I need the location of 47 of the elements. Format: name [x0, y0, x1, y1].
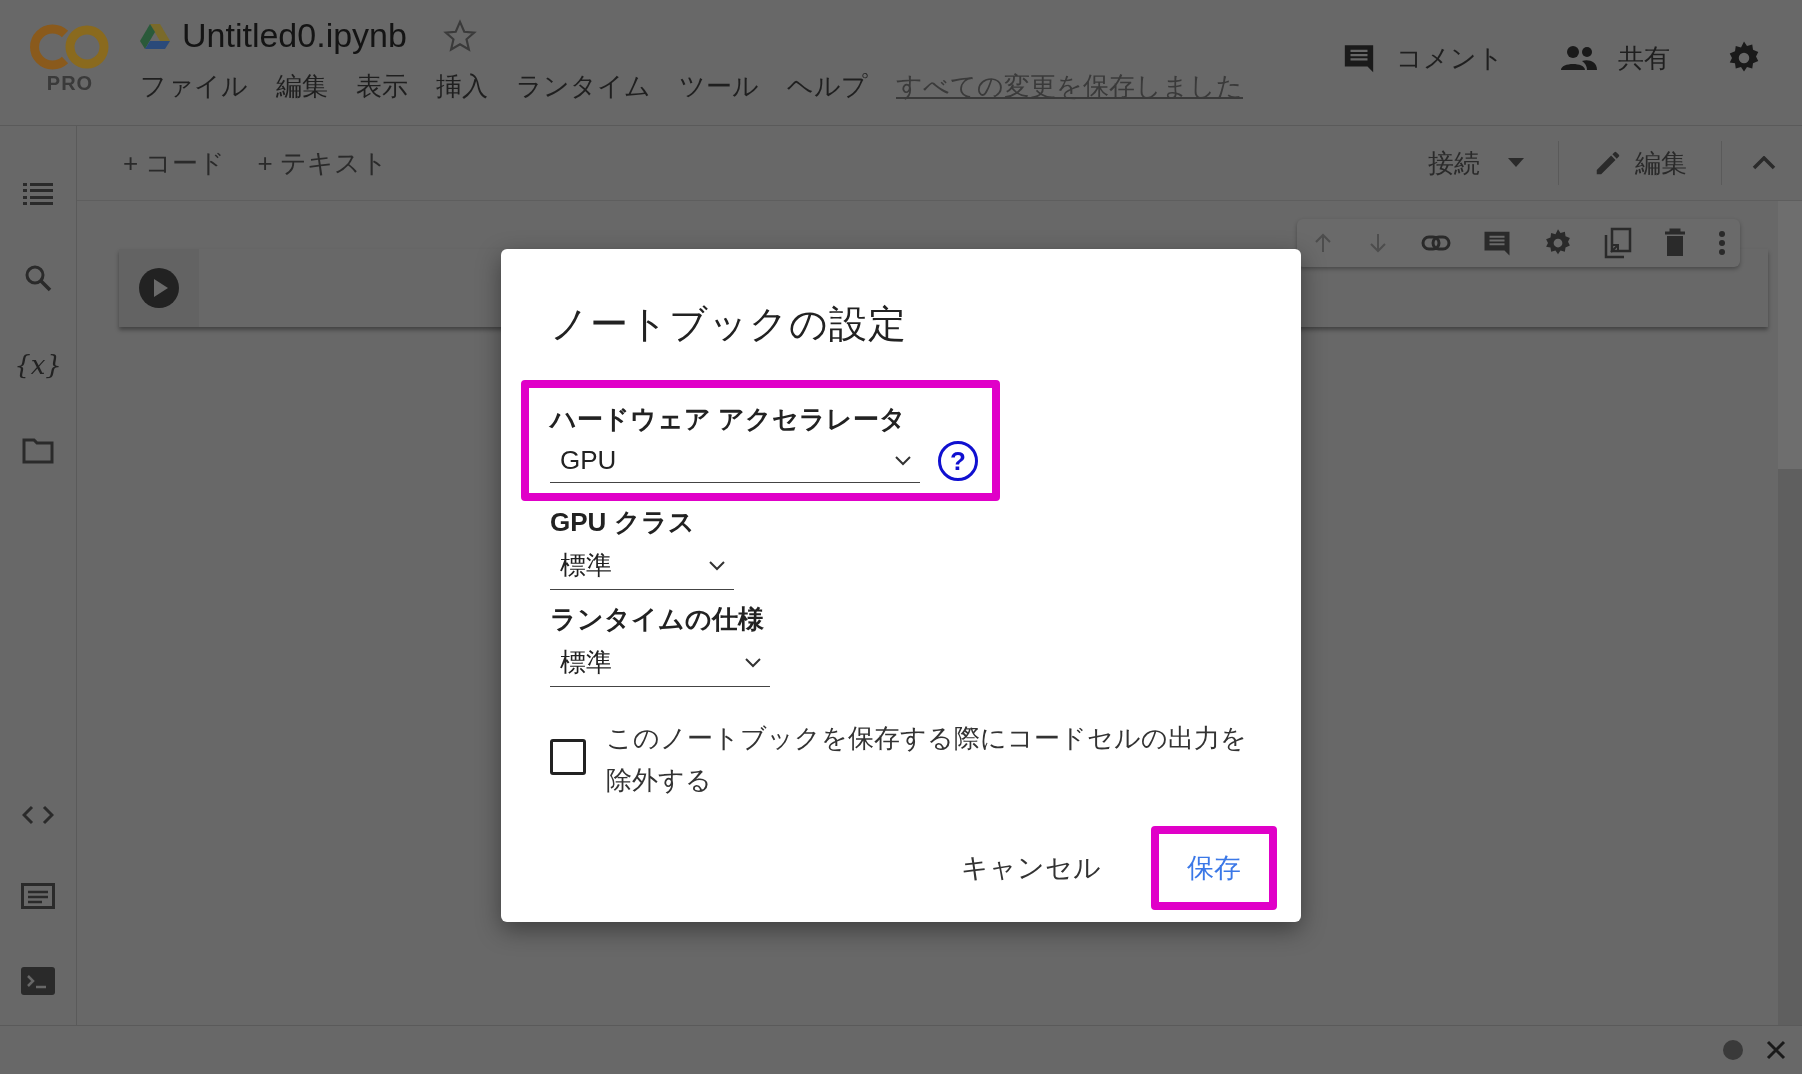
dialog-title: ノートブックの設定: [550, 302, 908, 347]
menu-item[interactable]: ツール: [679, 69, 759, 104]
comment-button[interactable]: コメント: [1342, 40, 1504, 76]
menu-item[interactable]: ランタイム: [516, 69, 651, 104]
search-icon[interactable]: [24, 264, 52, 292]
add-cell-button[interactable]: + コード: [107, 145, 242, 181]
more-icon[interactable]: [1718, 230, 1726, 256]
checkbox[interactable]: [550, 739, 586, 775]
menu-item[interactable]: 編集: [276, 69, 328, 104]
command-palette-icon[interactable]: [21, 883, 55, 909]
status-dot-icon: [1722, 1039, 1744, 1061]
dropdown-field[interactable]: 標準: [550, 639, 770, 687]
share-button[interactable]: 共有: [1560, 40, 1670, 76]
menu-item[interactable]: 挿入: [436, 69, 488, 104]
field-label: ランタイムの仕様: [550, 603, 765, 636]
field-label: ハードウェア アクセラレータ: [550, 403, 908, 436]
menu-item[interactable]: ファイル: [140, 69, 248, 104]
field-label: GPU クラス: [550, 506, 696, 539]
terminal-icon[interactable]: [21, 967, 55, 995]
people-icon: [1560, 45, 1598, 71]
checkbox-label: このノートブックを保存する際にコードセルの出力を除外する: [606, 722, 1248, 797]
menu-item[interactable]: 表示: [356, 69, 408, 104]
run-cell-icon[interactable]: [139, 268, 179, 308]
add-cell-button[interactable]: + テキスト: [241, 145, 404, 181]
copy-to-scratch-icon[interactable]: [1604, 227, 1632, 259]
chevron-up-icon: [1752, 156, 1776, 170]
drive-icon: [140, 22, 170, 49]
folder-icon[interactable]: [22, 438, 54, 464]
trash-icon[interactable]: [1663, 228, 1687, 258]
star-icon[interactable]: [442, 18, 477, 53]
link-icon[interactable]: [1421, 235, 1451, 251]
code-icon[interactable]: [22, 805, 54, 825]
chevron-down-icon: [744, 656, 762, 669]
help-button[interactable]: ?: [938, 441, 978, 481]
connect-button[interactable]: 接続: [1412, 145, 1540, 181]
edit-button[interactable]: 編集: [1577, 145, 1703, 181]
close-icon[interactable]: [1766, 1040, 1786, 1060]
table-of-contents-icon[interactable]: [23, 182, 53, 206]
save-button[interactable]: 保存: [1151, 826, 1277, 910]
menu-item[interactable]: ヘルプ: [787, 69, 868, 104]
dropdown-field[interactable]: GPU: [550, 439, 920, 483]
caret-icon: [1508, 158, 1524, 168]
notebook-title[interactable]: Untitled0.ipynb: [182, 16, 407, 55]
variables-icon[interactable]: {x}: [14, 350, 62, 380]
chevron-down-icon: [894, 454, 912, 467]
dropdown-field[interactable]: 標準: [550, 542, 734, 590]
chevron-down-icon: [708, 559, 726, 572]
